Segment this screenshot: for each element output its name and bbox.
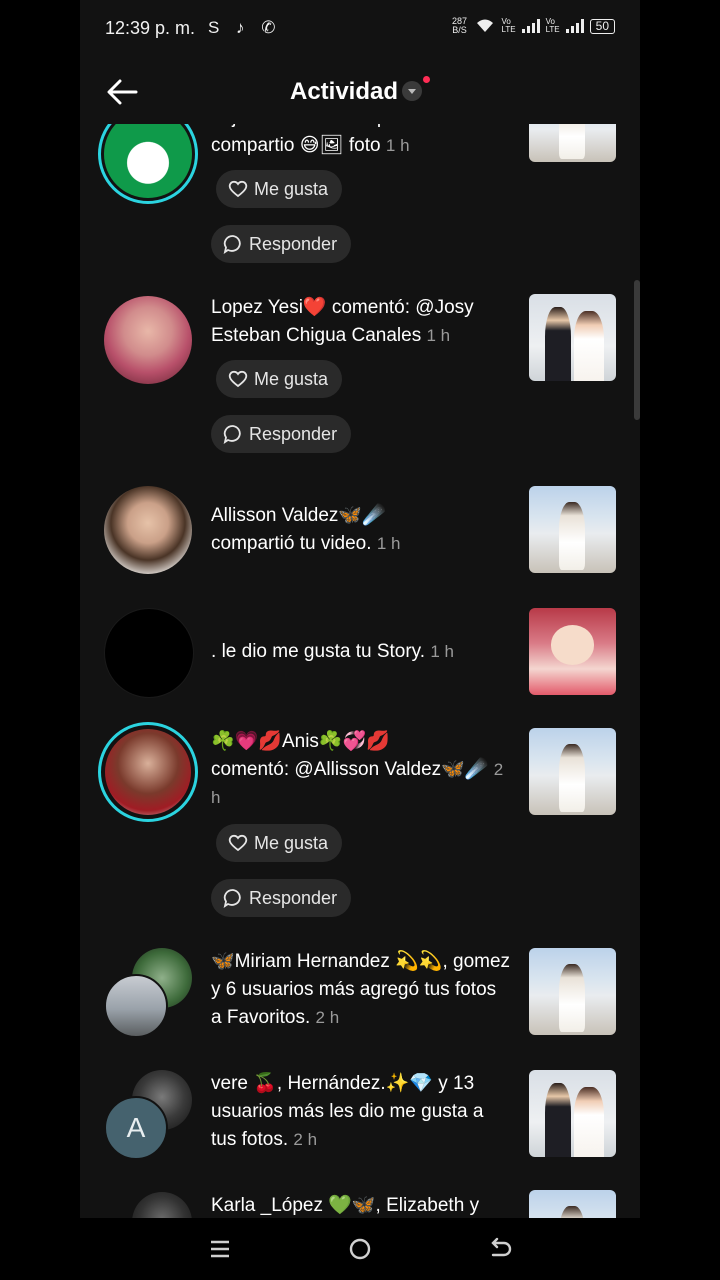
activity-text: Karla _López 💚🦋, Elizabeth y	[211, 1195, 480, 1216]
activity-text: . le dio me gusta tu Story. 1 h	[211, 641, 454, 662]
comment-icon	[223, 889, 241, 908]
reply-button[interactable]: Responder	[211, 225, 352, 263]
status-right: 287 B/S Vo LTE Vo LTE 50	[449, 17, 615, 35]
post-thumbnail[interactable]	[529, 728, 616, 815]
avatar[interactable]	[104, 608, 194, 698]
avatar-secondary[interactable]	[132, 1192, 192, 1218]
post-thumbnail[interactable]	[529, 1190, 616, 1218]
activity-text: dejó su comentario pero lo compartio 😅🖼 …	[211, 124, 435, 156]
post-thumbnail[interactable]	[529, 124, 616, 162]
header: Actividad	[80, 60, 640, 124]
avatar[interactable]	[105, 729, 191, 815]
lte-icon-2: Vo LTE	[545, 17, 560, 34]
phone-screen: 12:39 p. m. S ♪ ✆ 287 B/S Vo LTE Vo LTE 50…	[80, 0, 640, 1280]
activity-text: ☘️💗💋Anis☘️💞💋 comentó: @Allisson Valdez🦋☄️…	[211, 731, 504, 807]
signal-icon	[521, 19, 540, 33]
system-nav-bar	[80, 1218, 640, 1280]
heart-icon	[228, 370, 248, 388]
recent-apps-icon[interactable]	[206, 1236, 234, 1262]
activity-feed[interactable]: dejó su comentario pero lo compartio 😅🖼 …	[80, 124, 640, 1218]
avatar[interactable]	[104, 974, 168, 1038]
signal-icon-2	[565, 19, 584, 33]
post-thumbnail[interactable]	[529, 1070, 616, 1157]
like-button[interactable]: Me gusta	[216, 824, 343, 862]
notification-icons: S ♪ ✆	[208, 18, 282, 37]
heart-icon	[228, 834, 248, 852]
comment-icon	[223, 235, 241, 254]
page-title[interactable]: Actividad	[80, 76, 640, 106]
back-arrow-icon[interactable]	[486, 1236, 514, 1262]
like-button[interactable]: Me gusta	[216, 360, 343, 398]
like-button[interactable]: Me gusta	[216, 170, 343, 208]
status-time: 12:39 p. m.	[105, 18, 196, 38]
lte-icon: Vo LTE	[501, 17, 516, 34]
avatar[interactable]	[104, 486, 192, 574]
activity-text: 🦋Miriam Hernandez 💫💫, gomez y 6 usuarios…	[211, 951, 511, 1028]
scrollbar[interactable]	[634, 280, 640, 420]
heart-icon	[228, 180, 248, 198]
comment-icon	[223, 425, 241, 444]
post-thumbnail[interactable]	[529, 294, 616, 381]
net-speed: 287 B/S	[451, 16, 467, 35]
home-circle-icon[interactable]	[346, 1236, 374, 1262]
reply-button[interactable]: Responder	[211, 415, 352, 453]
notification-dot	[423, 76, 431, 83]
avatar[interactable]	[104, 296, 192, 384]
status-bar: 12:39 p. m. S ♪ ✆ 287 B/S Vo LTE Vo LTE 50	[80, 0, 640, 56]
post-thumbnail[interactable]	[529, 948, 616, 1035]
battery-icon: 50	[589, 18, 615, 34]
dropdown-icon[interactable]	[402, 80, 423, 101]
story-thumbnail[interactable]	[529, 608, 616, 695]
activity-text: Allisson Valdez🦋☄️ compartió tu video. 1 …	[211, 505, 401, 554]
reply-button[interactable]: Responder	[211, 879, 352, 917]
avatar-initial[interactable]: A	[104, 1096, 168, 1160]
activity-text: Lopez Yesi❤️ comentó: @Josy Esteban Chig…	[211, 297, 474, 346]
wifi-icon	[477, 19, 494, 32]
post-thumbnail[interactable]	[529, 486, 616, 573]
activity-text: vere 🍒, Hernández.✨💎 y 13 usuarios más l…	[211, 1073, 484, 1150]
